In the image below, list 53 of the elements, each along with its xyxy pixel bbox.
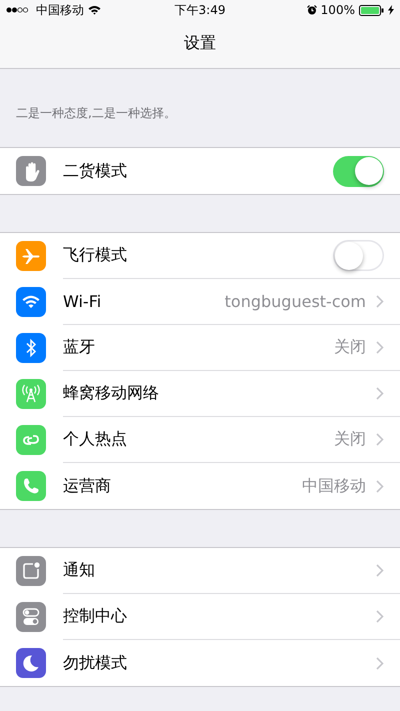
page-title: 设置 — [184, 32, 216, 54]
settings-row[interactable]: 蜂窝移动网络 — [0, 371, 400, 417]
charging-bolt-icon — [388, 5, 394, 15]
chevron-icon — [376, 656, 384, 670]
row-value: 中国移动 — [302, 476, 366, 496]
alarm-icon — [306, 5, 317, 15]
notification-icon — [16, 556, 46, 586]
row-value: 关闭 — [334, 429, 366, 450]
phone-icon — [16, 471, 46, 501]
bluetooth-icon — [16, 333, 46, 363]
settings-row[interactable]: 勿扰模式 — [0, 640, 400, 686]
battery-percent: 100% — [320, 3, 355, 17]
moon-icon — [16, 648, 46, 678]
row-label: Wi-Fi — [63, 292, 102, 311]
settings-row[interactable]: 运营商 中国移动 — [0, 463, 400, 509]
row-value: tongbuguest-com — [224, 292, 366, 311]
toggle-switch[interactable] — [333, 240, 384, 271]
settings-row[interactable]: 飞行模式 — [0, 233, 400, 279]
row-label: 通知 — [63, 560, 95, 581]
battery-icon — [358, 4, 384, 16]
chain-link-icon — [16, 425, 46, 455]
settings-row[interactable]: 通知 — [0, 548, 400, 594]
chevron-icon — [376, 295, 384, 308]
chevron-icon — [376, 480, 384, 492]
chevron-icon — [376, 341, 384, 354]
row-label: 飞行模式 — [63, 245, 127, 266]
row-label: 蓝牙 — [63, 337, 95, 358]
switches-icon — [16, 602, 46, 632]
settings-row[interactable]: 个人热点 关闭 — [0, 417, 400, 463]
chevron-icon — [376, 387, 384, 400]
section-note: 二是一种态度,二是一种选择。 — [16, 104, 176, 122]
row-label: 个人热点 — [63, 429, 127, 450]
settings-row[interactable]: 蓝牙 关闭 — [0, 325, 400, 371]
wifi-icon — [88, 5, 101, 15]
hand-icon — [16, 156, 46, 186]
settings-row[interactable]: 控制中心 — [0, 594, 400, 640]
carrier-name: 中国移动 — [36, 2, 84, 18]
row-label: 蜂窝移动网络 — [63, 383, 159, 404]
wifi-icon — [16, 287, 46, 317]
clock-time: 下午3:49 — [174, 2, 226, 18]
airplane-icon — [16, 241, 46, 271]
row-label: 二货模式 — [63, 160, 127, 182]
row-label: 勿扰模式 — [63, 652, 127, 674]
chevron-icon — [376, 610, 384, 623]
row-label: 运营商 — [63, 476, 111, 496]
chevron-icon — [376, 433, 384, 446]
chevron-icon — [376, 564, 384, 577]
settings-row[interactable]: Wi-Fi tongbuguest-com — [0, 279, 400, 325]
antenna-icon — [16, 379, 46, 409]
settings-row[interactable]: 二货模式 — [0, 148, 400, 194]
row-value: 关闭 — [334, 337, 366, 358]
row-label: 控制中心 — [63, 606, 127, 627]
toggle-switch[interactable] — [333, 156, 384, 186]
